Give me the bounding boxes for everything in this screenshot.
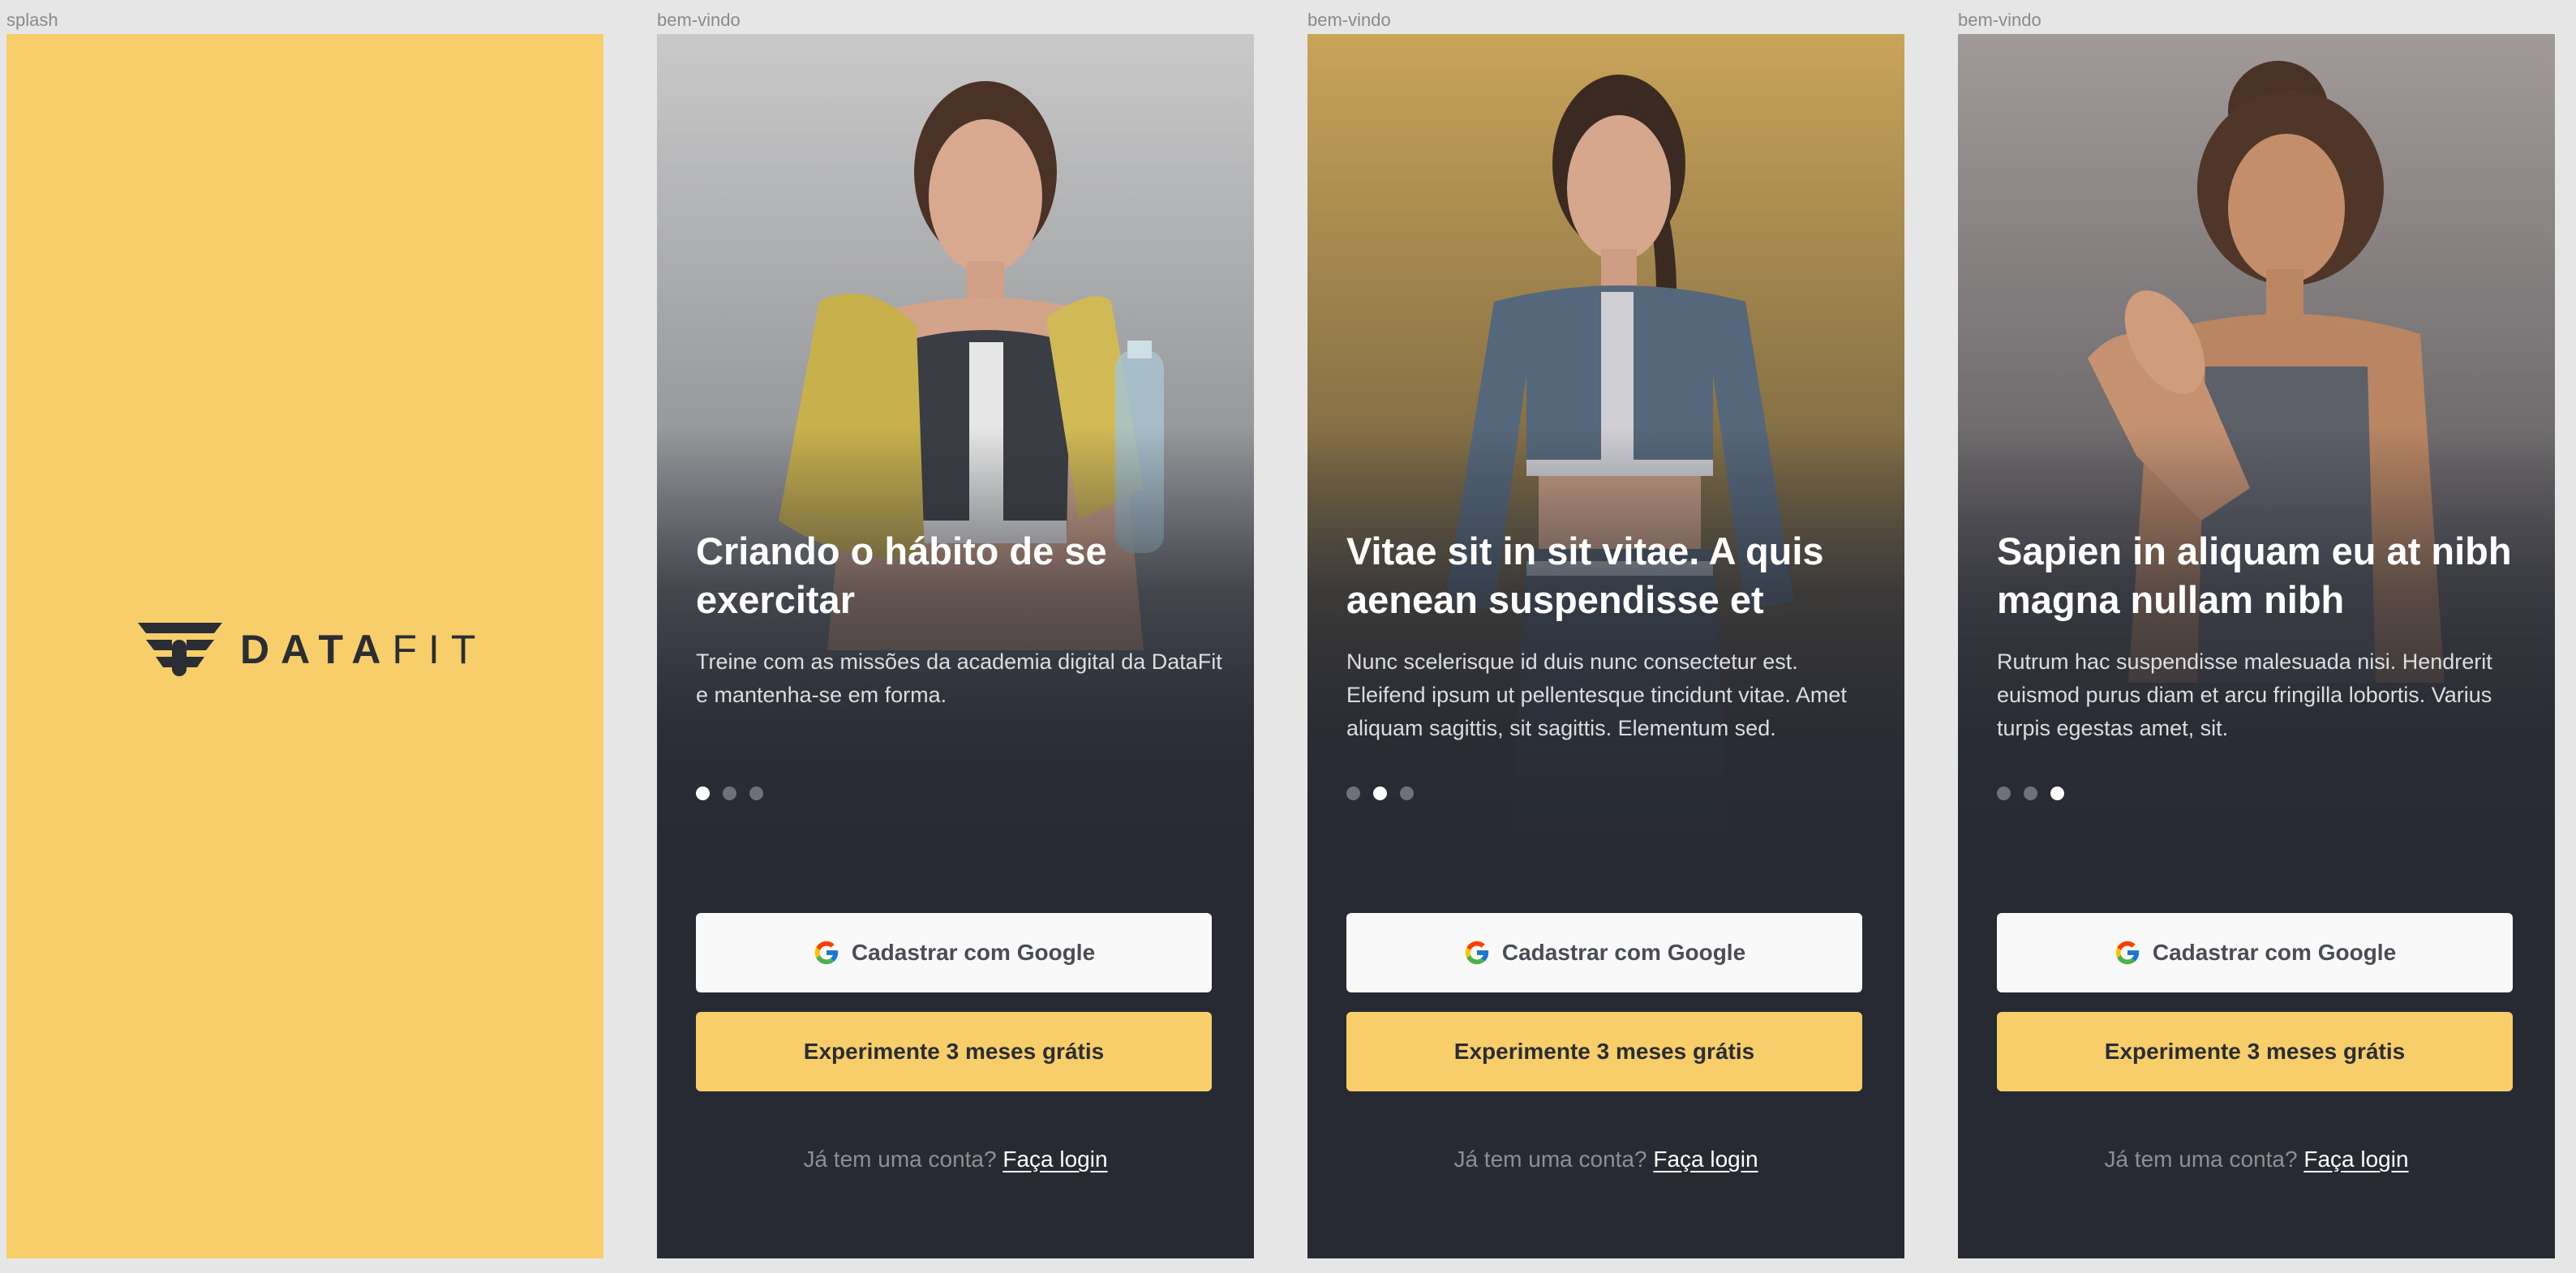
carousel-pagination	[696, 787, 763, 800]
datafit-logo-icon	[138, 623, 222, 676]
login-link[interactable]: Faça login	[2303, 1147, 2408, 1172]
artboard-label-welcome-2: bem-vindo	[1307, 10, 1391, 30]
datafit-wordmark: DATAFIT	[240, 629, 487, 670]
welcome-description: Nunc scelerisque id duis nunc consectetu…	[1346, 649, 1847, 740]
welcome-screen-3: Sapien in aliquam eu at nibh magna nulla…	[1958, 34, 2555, 1258]
trial-button-label: Experimente 3 meses grátis	[2104, 1039, 2406, 1064]
welcome-title: Vitae sit in sit vitae. A quis aenean su…	[1346, 529, 1824, 621]
artboard-label-welcome-3: bem-vindo	[1958, 10, 2041, 30]
pagination-dot-1[interactable]	[1997, 787, 2011, 800]
login-link[interactable]: Faça login	[1653, 1147, 1758, 1172]
welcome-screen-1: Criando o hábito de se exercitar Treine …	[657, 34, 1254, 1258]
free-trial-button[interactable]: Experimente 3 meses grátis	[1346, 1012, 1862, 1091]
wordmark-fit: FIT	[392, 627, 487, 672]
free-trial-button[interactable]: Experimente 3 meses grátis	[696, 1012, 1212, 1091]
artboard-label-splash: splash	[6, 10, 58, 30]
login-prompt: Já tem uma conta? Faça login	[1958, 1147, 2555, 1172]
login-link[interactable]: Faça login	[1002, 1147, 1107, 1172]
google-button-label: Cadastrar com Google	[1501, 940, 1746, 965]
welcome-title: Criando o hábito de se exercitar	[696, 529, 1107, 621]
datafit-logo: DATAFIT	[136, 623, 487, 676]
pagination-dot-2[interactable]	[2024, 787, 2037, 800]
trial-button-label: Experimente 3 meses grátis	[803, 1039, 1105, 1064]
login-prompt-text: Já tem uma conta?	[2104, 1147, 2298, 1172]
login-prompt-text: Já tem uma conta?	[1453, 1147, 1647, 1172]
wordmark-data: DATA	[240, 627, 393, 672]
welcome-screen-2: Vitae sit in sit vitae. A quis aenean su…	[1307, 34, 1904, 1258]
pagination-dot-2[interactable]	[723, 787, 736, 800]
welcome-title: Sapien in aliquam eu at nibh magna nulla…	[1997, 529, 2512, 621]
welcome-description: Rutrum hac suspendisse malesuada nisi. H…	[1997, 649, 2492, 740]
carousel-pagination	[1346, 787, 1414, 800]
login-prompt-text: Já tem uma conta?	[803, 1147, 997, 1172]
welcome-description: Treine com as missões da academia digita…	[696, 649, 1222, 707]
login-prompt: Já tem uma conta? Faça login	[657, 1147, 1254, 1172]
pagination-dot-3[interactable]	[1400, 787, 1414, 800]
google-icon	[2115, 941, 2140, 965]
google-button-label: Cadastrar com Google	[851, 940, 1096, 965]
login-prompt: Já tem uma conta? Faça login	[1307, 1147, 1904, 1172]
pagination-dot-1[interactable]	[1346, 787, 1360, 800]
pagination-dot-1[interactable]	[696, 787, 710, 800]
google-button-label: Cadastrar com Google	[2152, 940, 2397, 965]
artboard-label-welcome-1: bem-vindo	[657, 10, 741, 30]
trial-button-label: Experimente 3 meses grátis	[1453, 1039, 1755, 1064]
google-signup-button[interactable]: Cadastrar com Google	[696, 913, 1212, 992]
google-signup-button[interactable]: Cadastrar com Google	[1346, 913, 1862, 992]
pagination-dot-3[interactable]	[2050, 787, 2064, 800]
google-icon	[1465, 941, 1489, 965]
free-trial-button[interactable]: Experimente 3 meses grátis	[1997, 1012, 2513, 1091]
splash-screen: DATAFIT	[6, 34, 603, 1258]
google-signup-button[interactable]: Cadastrar com Google	[1997, 913, 2513, 992]
carousel-pagination	[1997, 787, 2064, 800]
google-icon	[814, 941, 839, 965]
pagination-dot-2[interactable]	[1373, 787, 1387, 800]
pagination-dot-3[interactable]	[749, 787, 763, 800]
photo-gradient-overlay	[657, 34, 1254, 853]
